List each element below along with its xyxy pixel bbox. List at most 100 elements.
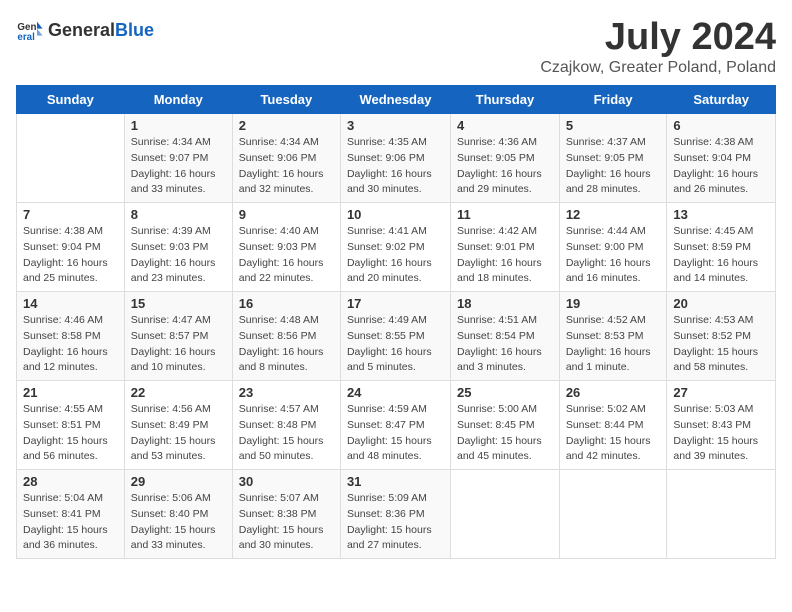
header-day-monday: Monday <box>124 86 232 114</box>
calendar-cell <box>451 470 560 559</box>
day-info: Sunrise: 4:56 AM Sunset: 8:49 PM Dayligh… <box>131 402 226 465</box>
day-number: 19 <box>566 296 661 311</box>
day-info: Sunrise: 5:09 AM Sunset: 8:36 PM Dayligh… <box>347 491 444 554</box>
day-number: 23 <box>239 385 334 400</box>
calendar-week-row: 14Sunrise: 4:46 AM Sunset: 8:58 PM Dayli… <box>17 292 776 381</box>
day-info: Sunrise: 5:00 AM Sunset: 8:45 PM Dayligh… <box>457 402 553 465</box>
calendar-cell: 7 Sunrise: 4:38 AM Sunset: 9:04 PM Daylig… <box>17 203 125 292</box>
day-number: 11 <box>457 207 553 222</box>
logo: Gen eral GeneralBlue <box>16 16 154 44</box>
header-day-tuesday: Tuesday <box>232 86 340 114</box>
day-info: Sunrise: 4:34 AM Sunset: 9:07 PM Dayligh… <box>131 135 226 198</box>
day-number: 10 <box>347 207 444 222</box>
calendar-cell <box>667 470 776 559</box>
calendar-cell: 16 Sunrise: 4:48 AM Sunset: 8:56 PM Dayli… <box>232 292 340 381</box>
day-number: 30 <box>239 474 334 489</box>
calendar-cell: 4Sunrise: 4:36 AM Sunset: 9:05 PM Daylig… <box>451 114 560 203</box>
calendar-cell: 27 Sunrise: 5:03 AM Sunset: 8:43 PM Dayli… <box>667 381 776 470</box>
day-number: 22 <box>131 385 226 400</box>
day-number: 1 <box>131 118 226 133</box>
header-day-saturday: Saturday <box>667 86 776 114</box>
calendar-cell: 10 Sunrise: 4:41 AM Sunset: 9:02 PM Dayli… <box>340 203 450 292</box>
day-info: Sunrise: 4:51 AM Sunset: 8:54 PM Dayligh… <box>457 313 553 376</box>
day-info: Sunrise: 4:44 AM Sunset: 9:00 PM Dayligh… <box>566 224 661 287</box>
title-area: July 2024 Czajkow, Greater Poland, Polan… <box>540 16 776 77</box>
page-subtitle: Czajkow, Greater Poland, Poland <box>540 59 776 77</box>
day-number: 24 <box>347 385 444 400</box>
calendar-cell: 17 Sunrise: 4:49 AM Sunset: 8:55 PM Dayli… <box>340 292 450 381</box>
calendar-cell: 21 Sunrise: 4:55 AM Sunset: 8:51 PM Dayli… <box>17 381 125 470</box>
day-number: 21 <box>23 385 118 400</box>
day-info: Sunrise: 4:55 AM Sunset: 8:51 PM Dayligh… <box>23 402 118 465</box>
day-number: 7 <box>23 207 118 222</box>
calendar-cell: 24 Sunrise: 4:59 AM Sunset: 8:47 PM Dayli… <box>340 381 450 470</box>
calendar-cell: 5 Sunrise: 4:37 AM Sunset: 9:05 PM Daylig… <box>559 114 667 203</box>
header-day-wednesday: Wednesday <box>340 86 450 114</box>
day-info: Sunrise: 5:02 AM Sunset: 8:44 PM Dayligh… <box>566 402 661 465</box>
day-info: Sunrise: 4:37 AM Sunset: 9:05 PM Dayligh… <box>566 135 661 198</box>
day-number: 16 <box>239 296 334 311</box>
day-info: Sunrise: 4:49 AM Sunset: 8:55 PM Dayligh… <box>347 313 444 376</box>
calendar-cell: 18 Sunrise: 4:51 AM Sunset: 8:54 PM Dayli… <box>451 292 560 381</box>
day-number: 28 <box>23 474 118 489</box>
page-header: Gen eral GeneralBlue July 2024 Czajkow, … <box>16 16 776 77</box>
day-info: Sunrise: 4:42 AM Sunset: 9:01 PM Dayligh… <box>457 224 553 287</box>
header-day-sunday: Sunday <box>17 86 125 114</box>
calendar-cell: 19 Sunrise: 4:52 AM Sunset: 8:53 PM Dayli… <box>559 292 667 381</box>
day-number: 2 <box>239 118 334 133</box>
day-info: Sunrise: 4:47 AM Sunset: 8:57 PM Dayligh… <box>131 313 226 376</box>
day-number: 13 <box>673 207 769 222</box>
calendar-table: SundayMondayTuesdayWednesdayThursdayFrid… <box>16 85 776 559</box>
calendar-cell: 2Sunrise: 4:34 AM Sunset: 9:06 PM Daylig… <box>232 114 340 203</box>
day-number: 5 <box>566 118 661 133</box>
day-info: Sunrise: 5:06 AM Sunset: 8:40 PM Dayligh… <box>131 491 226 554</box>
day-info: Sunrise: 4:48 AM Sunset: 8:56 PM Dayligh… <box>239 313 334 376</box>
calendar-cell: 23Sunrise: 4:57 AM Sunset: 8:48 PM Dayli… <box>232 381 340 470</box>
calendar-week-row: 7 Sunrise: 4:38 AM Sunset: 9:04 PM Daylig… <box>17 203 776 292</box>
day-info: Sunrise: 4:38 AM Sunset: 9:04 PM Dayligh… <box>23 224 118 287</box>
calendar-cell: 9Sunrise: 4:40 AM Sunset: 9:03 PM Daylig… <box>232 203 340 292</box>
calendar-cell <box>17 114 125 203</box>
day-number: 27 <box>673 385 769 400</box>
day-number: 8 <box>131 207 226 222</box>
calendar-cell: 8Sunrise: 4:39 AM Sunset: 9:03 PM Daylig… <box>124 203 232 292</box>
day-number: 18 <box>457 296 553 311</box>
calendar-cell: 12Sunrise: 4:44 AM Sunset: 9:00 PM Dayli… <box>559 203 667 292</box>
calendar-cell <box>559 470 667 559</box>
calendar-week-row: 1 Sunrise: 4:34 AM Sunset: 9:07 PM Daylig… <box>17 114 776 203</box>
day-info: Sunrise: 4:38 AM Sunset: 9:04 PM Dayligh… <box>673 135 769 198</box>
day-info: Sunrise: 4:35 AM Sunset: 9:06 PM Dayligh… <box>347 135 444 198</box>
day-number: 26 <box>566 385 661 400</box>
day-info: Sunrise: 4:40 AM Sunset: 9:03 PM Dayligh… <box>239 224 334 287</box>
day-number: 31 <box>347 474 444 489</box>
svg-text:eral: eral <box>17 32 35 43</box>
day-info: Sunrise: 5:03 AM Sunset: 8:43 PM Dayligh… <box>673 402 769 465</box>
day-number: 17 <box>347 296 444 311</box>
calendar-cell: 26 Sunrise: 5:02 AM Sunset: 8:44 PM Dayli… <box>559 381 667 470</box>
day-number: 29 <box>131 474 226 489</box>
calendar-cell: 22 Sunrise: 4:56 AM Sunset: 8:49 PM Dayli… <box>124 381 232 470</box>
day-info: Sunrise: 4:41 AM Sunset: 9:02 PM Dayligh… <box>347 224 444 287</box>
calendar-cell: 15 Sunrise: 4:47 AM Sunset: 8:57 PM Dayli… <box>124 292 232 381</box>
day-info: Sunrise: 4:59 AM Sunset: 8:47 PM Dayligh… <box>347 402 444 465</box>
logo-text: GeneralBlue <box>48 20 154 41</box>
day-number: 20 <box>673 296 769 311</box>
calendar-cell: 31 Sunrise: 5:09 AM Sunset: 8:36 PM Dayli… <box>340 470 450 559</box>
calendar-header-row: SundayMondayTuesdayWednesdayThursdayFrid… <box>17 86 776 114</box>
calendar-cell: 14Sunrise: 4:46 AM Sunset: 8:58 PM Dayli… <box>17 292 125 381</box>
day-number: 3 <box>347 118 444 133</box>
day-number: 15 <box>131 296 226 311</box>
calendar-cell: 3 Sunrise: 4:35 AM Sunset: 9:06 PM Daylig… <box>340 114 450 203</box>
calendar-cell: 11 Sunrise: 4:42 AM Sunset: 9:01 PM Dayli… <box>451 203 560 292</box>
day-info: Sunrise: 5:04 AM Sunset: 8:41 PM Dayligh… <box>23 491 118 554</box>
logo-general: General <box>48 20 115 40</box>
page-title: July 2024 <box>540 16 776 59</box>
day-info: Sunrise: 4:52 AM Sunset: 8:53 PM Dayligh… <box>566 313 661 376</box>
header-day-thursday: Thursday <box>451 86 560 114</box>
calendar-week-row: 21 Sunrise: 4:55 AM Sunset: 8:51 PM Dayli… <box>17 381 776 470</box>
day-number: 6 <box>673 118 769 133</box>
logo-icon: Gen eral <box>16 16 44 44</box>
calendar-cell: 13Sunrise: 4:45 AM Sunset: 8:59 PM Dayli… <box>667 203 776 292</box>
calendar-cell: 30Sunrise: 5:07 AM Sunset: 8:38 PM Dayli… <box>232 470 340 559</box>
calendar-cell: 1 Sunrise: 4:34 AM Sunset: 9:07 PM Daylig… <box>124 114 232 203</box>
